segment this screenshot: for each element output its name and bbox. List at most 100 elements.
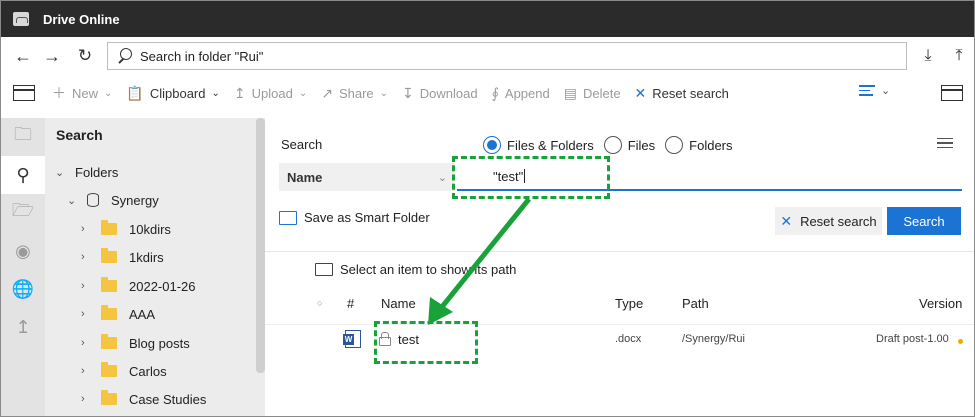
radio-folders[interactable]: Folders [665,136,733,154]
annotation-box-query [452,156,610,199]
search-button[interactable]: Search [887,207,961,235]
radio-files-and-folders[interactable]: Files & Folders [483,136,594,154]
title-bar: Drive Online [1,1,974,37]
status-dot-icon [958,339,963,344]
tree-item-folder[interactable]: › Case Studies [81,386,206,412]
upload-icon: ↥ [233,84,246,101]
select-all-dot[interactable]: ○ [317,298,322,308]
database-icon [87,193,99,207]
chevron-right-icon[interactable]: › [81,251,93,263]
refresh-icon[interactable]: ↻ [72,43,98,69]
plus-icon: ＋ [52,85,66,101]
folder-icon [101,248,117,263]
download-icon: ↧ [402,84,414,101]
chart-icon[interactable]: ↥ [1,308,45,346]
upload-button[interactable]: ↥ Upload ⌄ [227,75,314,111]
smart-folder-icon[interactable]: 🗁 [1,194,45,232]
radio-files[interactable]: Files [603,136,655,154]
chevron-down-icon[interactable]: ⌄ [881,84,890,97]
chevron-right-icon[interactable]: › [81,365,93,377]
results-list: Select an item to show its path ○ # Name… [265,251,974,416]
folder-icon [101,305,117,320]
app-window: Drive Online ← → ↻ Search in folder "Rui… [0,0,975,417]
folder-icon [101,390,117,405]
tree-item-folder[interactable]: › Carlos [81,358,167,384]
tag-icon[interactable]: ◉ [1,232,45,270]
save-smart-folder-link[interactable]: Save as Smart Folder [279,210,430,225]
append-button[interactable]: ∮ Append [485,75,557,111]
folder-view-icon[interactable]: 🗀 [1,118,45,156]
sidebar-heading: Search [56,127,103,143]
details-panel-icon[interactable] [941,85,963,101]
column-type[interactable]: Type [615,296,643,311]
annotation-box-result [374,321,478,364]
new-button[interactable]: ＋ New ⌄ [45,75,119,111]
view-options-icon[interactable] [859,85,877,96]
chevron-right-icon[interactable]: › [81,337,93,349]
navigation-rail: 🗀 ⚲ 🗁 ◉ 🌐 ↥ [1,118,45,416]
share-button[interactable]: ↗ Share ⌄ [314,75,395,111]
reset-search-button[interactable]: ✕ Reset search [775,207,882,235]
reset-search-toolbar-button[interactable]: ✕ Reset search [628,75,736,111]
folder-icon [101,362,117,377]
folder-outline-icon [315,263,333,276]
folder-search-input[interactable]: Search in folder "Rui" [107,42,907,70]
column-version[interactable]: Version [919,296,962,311]
chevron-right-icon[interactable]: › [81,223,93,235]
search-label: Search [281,137,323,152]
tree-item-folders[interactable]: ⌄ Folders [55,159,118,185]
smart-folder-icon [279,210,297,225]
word-document-icon [343,330,361,348]
close-icon: ✕ [634,84,647,101]
path-hint: Select an item to show its path [315,262,516,277]
column-path[interactable]: Path [682,296,709,311]
radio-selected-icon [483,136,501,154]
clipboard-button[interactable]: 📋 Clipboard ⌄ [119,75,226,111]
upload-arrow-icon[interactable]: ⤒ [946,43,972,69]
layout-panel-icon[interactable] [13,85,35,101]
back-arrow-icon[interactable]: ← [10,43,36,69]
sidebar-scrollbar[interactable] [256,118,265,373]
download-arrow-icon[interactable]: ⤓ [915,43,941,69]
clipboard-icon: 📋 [126,84,144,101]
command-toolbar: ＋ New ⌄ 📋 Clipboard ⌄ ↥ Upload ⌄ ↗ Share… [1,75,974,111]
download-button[interactable]: ↧ Download [395,75,485,111]
tree-item-folder[interactable]: › AAA [81,301,155,327]
tree-item-folder[interactable]: › 10kdirs [81,216,171,242]
search-sidebar: Search ⌄ Folders ⌄ Synergy › 10kdirs › 1… [45,118,265,416]
chevron-down-icon: ⌄ [211,87,220,99]
row-type: .docx [615,333,642,345]
row-path: /Synergy/Rui [682,333,745,345]
search-field-select[interactable]: Name ⌄ [279,163,455,191]
search-options-menu-icon[interactable] [937,138,953,150]
window-title: Drive Online [43,11,120,27]
trash-icon: ▤ [563,84,577,101]
chevron-right-icon[interactable]: › [81,308,93,320]
delete-button[interactable]: ▤ Delete [557,75,628,111]
folder-icon [101,334,117,349]
radio-empty-icon [603,136,622,154]
search-scope-options: Files & Folders Files Folders [483,136,743,154]
tree-item-folder[interactable]: › 1kdirs [81,244,164,270]
folder-search-text: Search in folder "Rui" [140,48,264,64]
chevron-right-icon[interactable]: › [81,393,93,405]
tree-item-folder[interactable]: › Blog posts [81,330,190,356]
chevron-down-icon[interactable]: ⌄ [55,166,67,179]
append-icon: ∮ [491,84,499,101]
chevron-down-icon: ⌄ [379,87,389,99]
search-view-icon[interactable]: ⚲ [1,156,45,194]
search-panel: Search Files & Folders Files Folders Nam… [265,118,974,416]
globe-icon[interactable]: 🌐 [1,270,45,308]
table-row[interactable]: test .docx /Synergy/Rui Draft post-1.00 [265,324,974,354]
chevron-right-icon[interactable]: › [81,280,93,292]
column-name[interactable]: Name [381,296,416,311]
tree-item-folder[interactable]: › 2022-01-26 [81,273,196,299]
column-number[interactable]: # [347,296,354,311]
app-logo-icon [13,12,29,26]
chevron-down-icon: ⌄ [104,87,113,99]
close-icon: ✕ [780,212,793,229]
tree-item-synergy[interactable]: ⌄ Synergy [67,187,159,213]
chevron-down-icon[interactable]: ⌄ [67,194,79,207]
folder-icon [101,277,117,292]
forward-arrow-icon[interactable]: → [39,43,65,69]
